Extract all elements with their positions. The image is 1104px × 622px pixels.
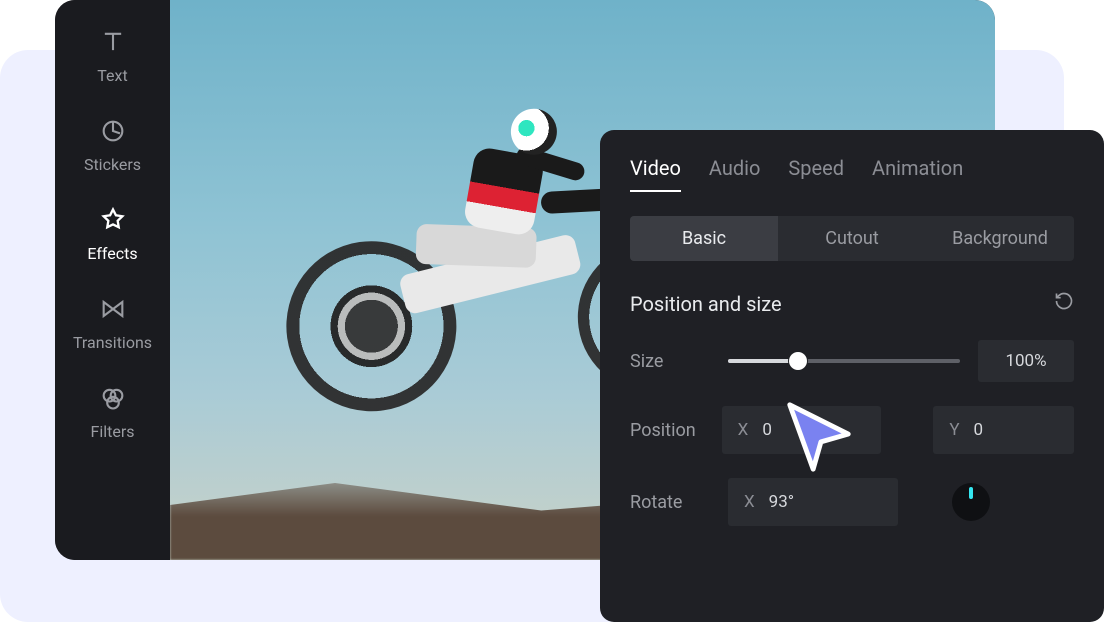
properties-panel: Video Audio Speed Animation Basic Cutout… — [600, 130, 1104, 622]
rotate-knob[interactable] — [952, 483, 990, 521]
sidebar: Text Stickers Effects Transitions Filter — [55, 0, 170, 560]
cursor-pointer-icon — [780, 397, 858, 475]
subtabs: Basic Cutout Background — [630, 216, 1074, 261]
subtab-cutout[interactable]: Cutout — [778, 216, 926, 261]
axis-x-label: X — [744, 492, 755, 512]
tab-animation[interactable]: Animation — [872, 156, 963, 192]
position-x-value: 0 — [762, 420, 772, 440]
axis-x-label: X — [738, 420, 749, 440]
size-value[interactable]: 100% — [978, 340, 1074, 382]
effects-icon — [99, 206, 127, 238]
sidebar-item-label: Text — [97, 66, 127, 85]
position-y-value: 0 — [974, 420, 984, 440]
rotate-label: Rotate — [630, 492, 710, 513]
position-y-input[interactable]: Y 0 — [933, 406, 1074, 454]
rotate-x-input[interactable]: X 93° — [728, 478, 898, 526]
rotate-row: Rotate X 93° — [630, 478, 1074, 526]
tab-speed[interactable]: Speed — [788, 156, 844, 192]
text-icon — [99, 28, 127, 60]
panel-tabs: Video Audio Speed Animation — [600, 130, 1104, 206]
stickers-icon — [99, 117, 127, 149]
filters-icon — [99, 384, 127, 416]
section-title: Position and size — [630, 292, 782, 316]
sidebar-item-label: Filters — [90, 422, 134, 441]
tab-audio[interactable]: Audio — [709, 156, 761, 192]
sidebar-item-label: Stickers — [84, 155, 141, 174]
sidebar-item-transitions[interactable]: Transitions — [55, 285, 170, 362]
sidebar-item-stickers[interactable]: Stickers — [55, 107, 170, 184]
size-slider[interactable] — [728, 359, 960, 363]
sidebar-item-label: Transitions — [73, 333, 152, 352]
size-label: Size — [630, 351, 710, 372]
transitions-icon — [99, 295, 127, 327]
sidebar-item-effects[interactable]: Effects — [55, 196, 170, 273]
size-row: Size 100% — [630, 340, 1074, 382]
position-label: Position — [630, 420, 704, 441]
axis-y-label: Y — [949, 420, 959, 440]
rotate-x-value: 93° — [769, 492, 794, 512]
sidebar-item-label: Effects — [87, 244, 137, 263]
tab-video[interactable]: Video — [630, 156, 681, 192]
subtab-background[interactable]: Background — [926, 216, 1074, 261]
sidebar-item-filters[interactable]: Filters — [55, 374, 170, 451]
reset-button[interactable] — [1054, 291, 1074, 316]
sidebar-item-text[interactable]: Text — [55, 18, 170, 95]
subtab-basic[interactable]: Basic — [630, 216, 778, 261]
